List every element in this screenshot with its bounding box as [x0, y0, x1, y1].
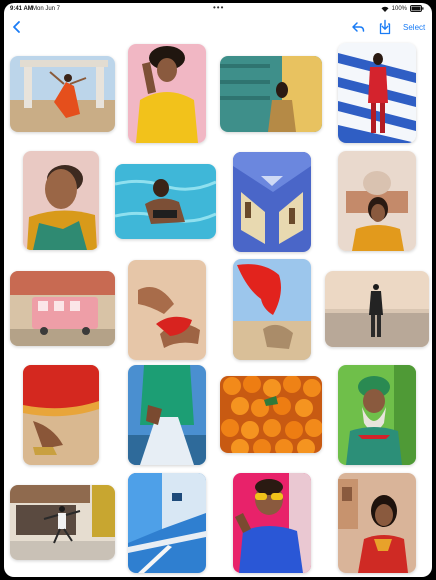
photo-hands-red-fabric[interactable]: [128, 260, 206, 360]
toolbar: Select: [4, 17, 432, 37]
status-time: 9:41 AM: [10, 6, 33, 12]
status-bar: 9:41 AM Mon Jun 7 ••• 100%: [4, 3, 432, 15]
reply-icon: [352, 22, 365, 32]
download-button[interactable]: [378, 19, 392, 35]
wifi-icon: [381, 6, 389, 12]
photo-older-woman-portrait[interactable]: [23, 151, 99, 250]
photo-man-sunglasses[interactable]: [233, 473, 311, 573]
photo-blue-wall-stairs[interactable]: [128, 473, 206, 573]
photo-pink-train-car[interactable]: [10, 271, 115, 346]
photo-dancer-red-dress[interactable]: [10, 56, 115, 132]
photo-swimmer-pool[interactable]: [115, 164, 216, 239]
select-button[interactable]: Select: [403, 23, 425, 32]
reply-button[interactable]: [351, 20, 365, 34]
photo-red-fabric-sky[interactable]: [233, 259, 311, 360]
photo-woman-red-sari[interactable]: [338, 473, 416, 573]
photo-dancer-street[interactable]: [10, 485, 115, 560]
photo-woman-teal-wall[interactable]: [220, 56, 322, 132]
photo-woman-yellow-shirt[interactable]: [128, 44, 206, 143]
photos-app-window: 9:41 AM Mon Jun 7 ••• 100% Select: [4, 3, 432, 577]
status-indicators: 100%: [381, 5, 424, 12]
photo-feet-red-sari[interactable]: [23, 365, 99, 465]
battery-percent: 100%: [391, 5, 407, 12]
photo-blue-building[interactable]: [233, 152, 311, 252]
photo-woman-striped-backdrop[interactable]: [338, 43, 416, 143]
back-button[interactable]: [10, 20, 24, 34]
photo-man-beach-sunset[interactable]: [325, 271, 429, 347]
status-date: Mon Jun 7: [32, 6, 61, 12]
multitasking-dots[interactable]: •••: [213, 3, 224, 12]
photo-oranges[interactable]: [220, 376, 322, 453]
photo-man-green-turban[interactable]: [338, 365, 416, 465]
chevron-left-icon: [13, 21, 20, 33]
battery-icon: [410, 5, 424, 12]
photo-green-shirt-figure[interactable]: [128, 365, 206, 465]
download-icon: [379, 19, 391, 35]
photo-woman-humayun-tomb[interactable]: [338, 151, 416, 251]
